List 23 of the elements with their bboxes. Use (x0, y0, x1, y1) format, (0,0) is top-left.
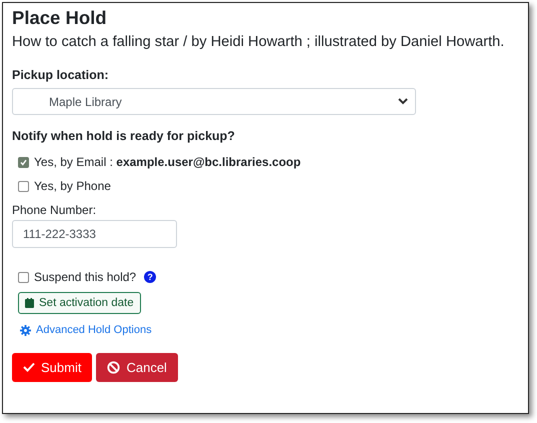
help-icon[interactable]: ? (144, 271, 156, 283)
phone-field[interactable]: 111-222-3333 (12, 220, 177, 248)
pickup-label: Pickup location: (12, 68, 110, 82)
caret-icon (398, 98, 408, 105)
notify-checkbox[interactable] (18, 156, 29, 168)
phone-label: Phone Number: (12, 203, 98, 217)
advanced-hold-options-link[interactable]: Advanced Hold Options (20, 324, 152, 336)
suspend-label: Suspend this hold? (34, 270, 136, 284)
notify-heading: Notify when hold is ready for pickup? (12, 129, 236, 143)
notify-option-label: Yes, by Phone (34, 179, 111, 193)
submit-button[interactable]: Submit (12, 352, 92, 382)
page-title: Place Hold (12, 7, 108, 29)
notify-checkbox[interactable] (18, 180, 29, 192)
set-activation-date-button[interactable]: Set activation date (18, 292, 141, 314)
checkmark-icon (23, 362, 35, 372)
calendar-icon (25, 298, 34, 308)
suspend-checkbox[interactable] (18, 272, 29, 282)
ban-icon (107, 360, 120, 374)
pickup-select[interactable]: Maple Library (12, 88, 416, 115)
notify-option-label: Yes, by Email : example.user@bc.libraries.coop (34, 155, 301, 169)
settings-icon (20, 324, 31, 336)
cancel-button[interactable]: Cancel (96, 352, 178, 382)
item-title: How to catch a falling star / by Heidi Howarth ; illustrated by Daniel Howarth. (12, 34, 506, 50)
